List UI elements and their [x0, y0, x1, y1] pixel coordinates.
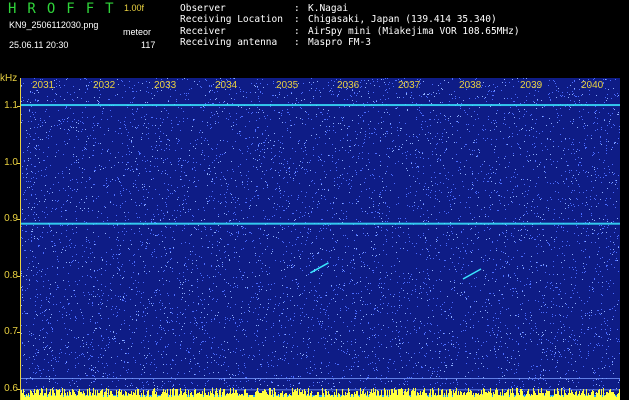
info-row-observer: Observer: K.Nagai [180, 3, 349, 14]
spectrogram-svg [21, 78, 620, 400]
y-tick-mark [17, 106, 21, 108]
y-tick-label: 0.8 [4, 269, 18, 281]
x-tick-label: 2037 [398, 80, 421, 91]
carrier-line [21, 378, 620, 380]
y-tick-label: 0.7 [4, 326, 18, 338]
echo-count: 117 [141, 40, 156, 50]
noise-speckle-bright [21, 78, 620, 400]
header-panel: HROFFT 1.00f KN9_2506112030.png meteor 2… [0, 0, 629, 74]
y-tick-mark [17, 162, 21, 164]
y-axis-unit: kHz [0, 73, 18, 84]
y-tick-mark [17, 219, 21, 221]
x-tick-label: 2038 [459, 80, 482, 91]
x-tick-label: 2036 [337, 80, 360, 91]
carrier-line [21, 104, 620, 107]
x-tick-label: 2032 [93, 80, 116, 91]
x-tick-label: 2039 [520, 80, 543, 91]
x-tick-label: 2034 [215, 80, 238, 91]
carrier-line [21, 222, 620, 225]
y-tick-mark [17, 388, 21, 390]
meteor-echo [462, 268, 482, 280]
x-tick-label: 2035 [276, 80, 299, 91]
info-row-antenna: Receiving antenna: Maspro FM-3 [180, 37, 371, 49]
noise-speckle [21, 78, 620, 400]
y-tick-label: 1.0 [4, 156, 18, 168]
file-name: KN9_2506112030.png [9, 20, 99, 30]
x-tick-label: 2031 [32, 80, 55, 91]
x-tick-label: 2040 [581, 80, 604, 91]
station-info: Observer: K.Nagai Receiving Location: Chig… [180, 3, 520, 49]
date-time: 25.06.11 20:30 [9, 40, 69, 50]
x-tick-label: 2033 [154, 80, 177, 91]
y-axis-line [20, 78, 21, 400]
info-row-receiver: Receiver: AirSpy mini (Miakejima VOR 108.… [180, 25, 520, 37]
version-label: 1.00f [124, 3, 145, 13]
info-row-location: Receiving Location: Chigasaki, Japan (139… [180, 14, 497, 26]
meteor-echo [310, 262, 329, 274]
spectrogram-plot [21, 78, 620, 400]
y-tick-label: 0.6 [4, 382, 18, 394]
y-tick-label: 1.1 [4, 100, 18, 112]
carrier-line [21, 389, 620, 391]
y-tick-mark [17, 275, 21, 277]
app-logo: HROFFT [8, 1, 125, 17]
mode-label: meteor [123, 27, 152, 37]
y-tick-label: 0.9 [4, 213, 18, 225]
y-tick-mark [17, 332, 21, 334]
